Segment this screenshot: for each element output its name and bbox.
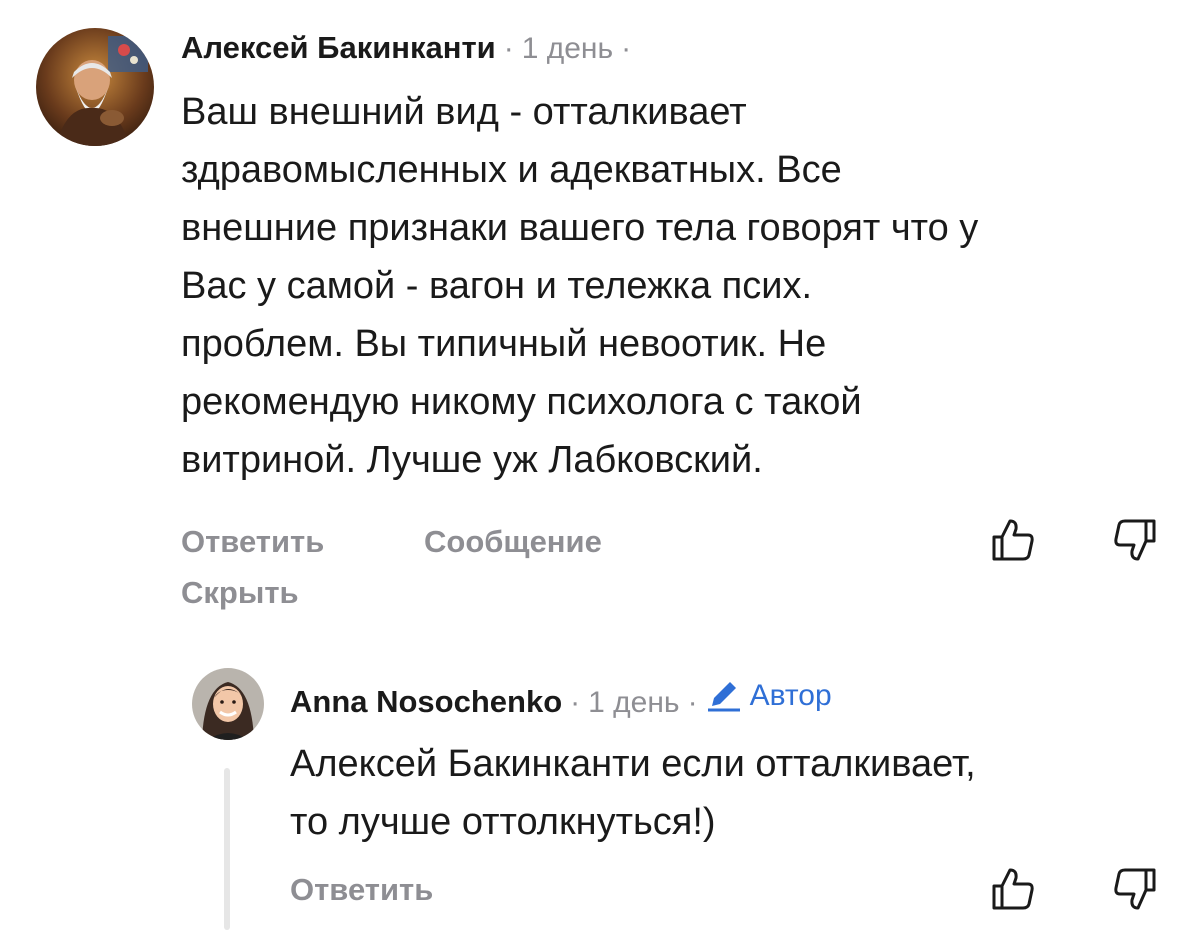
comment-line: здравомысленных и адекватных. Все [181,149,842,191]
reply-button[interactable]: Ответить [181,524,324,560]
author-badge: Автор [706,679,832,713]
reply-line: то лучше оттолкнуться!) [290,801,716,843]
author-badge-label: Автор [749,679,832,712]
thread-line [224,768,230,930]
comment-line: рекомендую никому психолога с такой [181,381,862,423]
thumbs-down-icon [1114,519,1156,561]
dislike-button[interactable] [1112,866,1158,917]
avatar[interactable] [192,668,264,740]
comment-line: проблем. Вы типичный невоотик. Не [181,323,827,365]
meta-separator: · [687,686,698,719]
thumbs-down-icon [1114,868,1156,910]
reply-author-name[interactable]: Anna Nosochenko [290,684,562,720]
meta-separator: · [621,32,632,65]
message-button[interactable]: Сообщение [424,524,602,560]
hide-button[interactable]: Скрыть [181,575,299,611]
comment-timestamp: 1 день [521,32,614,65]
reply-to-reply-button[interactable]: Ответить [290,872,433,908]
comment-author-name[interactable]: Алексей Бакинканти [181,30,496,66]
comment-line: Ваш внешний вид - отталкивает [181,91,747,133]
comment-line: Вас у самой - вагон и тележка псих. [181,265,813,307]
like-button[interactable] [990,866,1036,917]
avatar[interactable] [36,28,154,146]
comment-line: внешние признаки вашего тела говорят что… [181,207,979,249]
thumbs-up-icon [992,519,1034,561]
dislike-button[interactable] [1112,517,1158,568]
pencil-icon [707,682,740,712]
reply-body: Алексей Бакинканти если отталкивает, то … [290,735,1170,851]
reply-timestamp: 1 день [588,686,680,719]
thumbs-up-icon [992,868,1034,910]
comment-body: Ваш внешний вид - отталкивает здравомысл… [181,83,1171,489]
meta-separator: · [503,32,514,65]
reply-line: Алексей Бакинканти если отталкивает, [290,743,976,785]
comment-line: витриной. Лучше уж Лабковский. [181,439,763,481]
meta-separator: · [570,686,581,719]
like-button[interactable] [990,517,1036,568]
